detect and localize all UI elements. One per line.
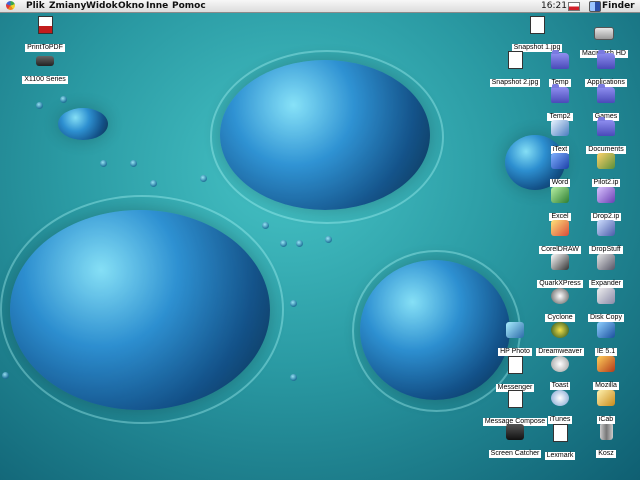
desktop-icon-label: Applications: [585, 79, 627, 87]
games-folder-icon: [597, 84, 615, 103]
desktop-icon-games[interactable]: Games: [570, 84, 640, 122]
hp-photo-app-icon: [506, 322, 524, 338]
compression-app-icon: [597, 187, 615, 203]
mozilla-app-icon: [597, 356, 615, 372]
desktop-icon-drop2ip[interactable]: Drop2.ip: [570, 187, 640, 222]
desktop-icon-label: Word: [549, 179, 571, 187]
wallpaper-bubble: [2, 372, 9, 379]
expander-app-icon: [597, 254, 615, 270]
folder-icon: [551, 84, 569, 103]
desktop-icon-label: Kosz: [596, 450, 616, 458]
apple-menu-icon[interactable]: [6, 1, 15, 10]
finder-app-icon[interactable]: [589, 1, 601, 12]
desktop-icon-ie-5-1[interactable]: IE 5.1: [570, 322, 640, 357]
compose-message-icon: [507, 390, 523, 408]
wallpaper-bubble: [290, 300, 297, 307]
itunes-app-icon: [551, 390, 569, 406]
desktop-icon-icab[interactable]: iCab: [570, 390, 640, 425]
desktop-icon-label: iCab: [596, 416, 616, 424]
trash-icon: [599, 424, 613, 440]
desktop-icon-label: Mozilla: [593, 382, 619, 390]
toast-app-icon: [551, 356, 569, 372]
jpeg-file-icon: [507, 51, 523, 69]
wallpaper-bubble: [290, 374, 297, 381]
desktop-icon-kosz[interactable]: Kosz: [570, 424, 640, 459]
wallpaper-bubble: [200, 175, 207, 182]
desktop-icon-disk-copy[interactable]: Disk Copy: [570, 288, 640, 323]
wallpaper-bubble: [100, 160, 107, 167]
desktop-icon-printtopdf[interactable]: PrintToPDF: [9, 16, 81, 53]
desktop-icon-expander[interactable]: Expander: [570, 254, 640, 289]
desktop-icon-pilot2ip[interactable]: Pilot2.ip: [570, 153, 640, 188]
printer-icon: [36, 56, 54, 66]
desktop-icon-applications[interactable]: Applications: [570, 50, 640, 88]
desktop-icon-label: Toast: [549, 382, 571, 390]
dropstuff-app-icon: [597, 220, 615, 236]
desktop-icon-label: Disk Copy: [588, 314, 624, 322]
coreldraw-app-icon: [551, 220, 569, 236]
desktop-icon-label: X1100 Series: [22, 76, 68, 84]
text-editor-icon: [551, 120, 569, 136]
desktop-icon-x1100-series[interactable]: X1100 Series: [9, 52, 81, 85]
desktop-icon-snapshot-1[interactable]: Snapshot 1.jpg: [501, 16, 573, 53]
folder-icon: [551, 50, 569, 69]
lexmark-app-icon: [552, 424, 568, 442]
menu-pomoc[interactable]: Pomoc: [172, 1, 206, 11]
desktop-icon-dropstuff[interactable]: DropStuff: [570, 220, 640, 255]
desktop-icon-label: Expander: [589, 280, 623, 288]
dreamweaver-app-icon: [551, 322, 569, 338]
wallpaper-bubble: [296, 240, 303, 247]
cyclone-app-icon: [551, 288, 569, 304]
desktop-icon-label: IE 5.1: [594, 348, 618, 356]
application-menu-label[interactable]: Finder: [602, 1, 635, 11]
word-app-icon: [551, 153, 569, 169]
quarkxpress-app-icon: [551, 254, 569, 270]
desktop-icon-label: DropStuff: [589, 246, 623, 254]
messenger-app-icon: [507, 356, 523, 374]
desktop-icon-mozilla[interactable]: Mozilla: [570, 356, 640, 391]
menu-clock[interactable]: 16:21: [541, 1, 567, 11]
wallpaper-bubble: [150, 180, 157, 187]
wallpaper-bubble: [60, 96, 67, 103]
wallpaper-shape-4: [58, 108, 108, 140]
menu-plik[interactable]: Plik: [26, 1, 45, 11]
wallpaper-bubble: [325, 236, 332, 243]
menu-okno[interactable]: Okno: [118, 1, 144, 11]
wallpaper-bubble: [262, 222, 269, 229]
hard-disk-icon: [594, 27, 614, 40]
wallpaper-bubble: [130, 160, 137, 167]
menu-inne[interactable]: Inne: [146, 1, 168, 11]
keyboard-layout-flag-icon[interactable]: [568, 2, 580, 11]
camera-icon: [506, 424, 524, 440]
desktop-icon-documents[interactable]: Documents: [570, 117, 640, 155]
wallpaper-ring-2: [0, 195, 284, 424]
documents-folder-icon: [597, 117, 615, 136]
desktop-icon-label: PrintToPDF: [25, 44, 65, 52]
menu-bar: Plik Zmiany Widok Okno Inne Pomoc 16:21 …: [0, 0, 640, 13]
compression-app-icon: [597, 153, 615, 169]
wallpaper-bubble: [280, 240, 287, 247]
pdf-printer-icon: [37, 16, 53, 34]
wallpaper-bubble: [36, 102, 43, 109]
menu-widok[interactable]: Widok: [86, 1, 118, 11]
desktop-icon-label: iTunes: [547, 416, 573, 424]
applications-folder-icon: [597, 50, 615, 69]
excel-app-icon: [551, 187, 569, 203]
icab-app-icon: [597, 390, 615, 406]
disk-copy-app-icon: [597, 288, 615, 304]
jpeg-file-icon: [529, 16, 545, 34]
wallpaper-ring-1: [210, 50, 444, 224]
internet-explorer-icon: [597, 322, 615, 338]
desktop-icon-label: Pilot2.ip: [591, 179, 621, 187]
menu-zmiany[interactable]: Zmiany: [49, 1, 86, 11]
